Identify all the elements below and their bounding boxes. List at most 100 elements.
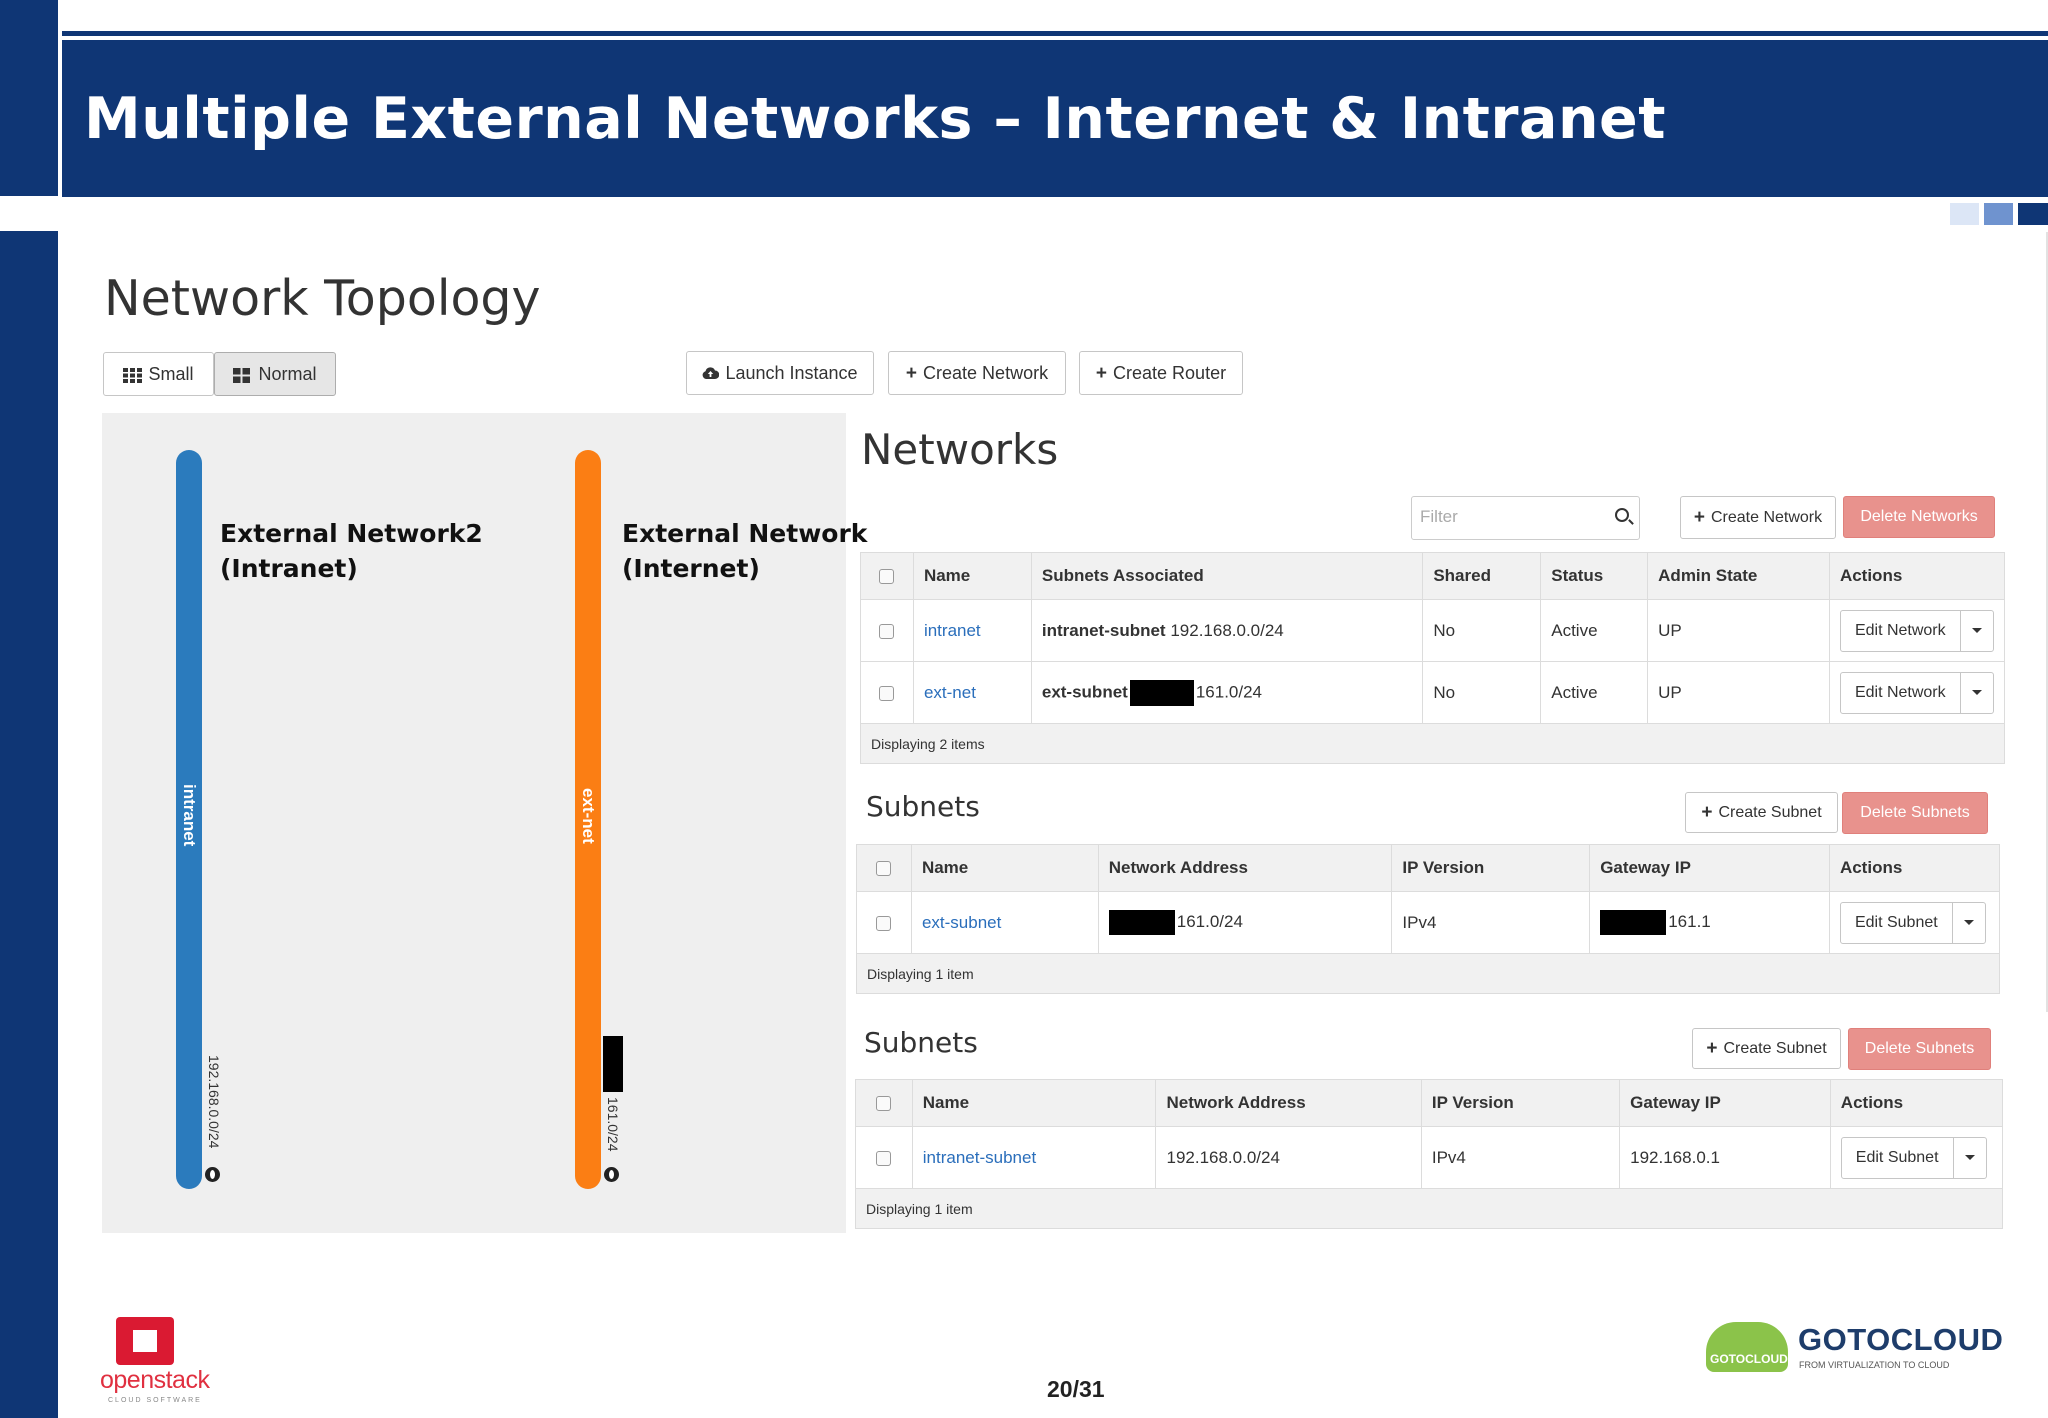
plus-icon: + [905,362,918,384]
view-small-button[interactable]: Small [103,352,214,396]
column-header[interactable]: Admin State [1647,552,1830,600]
shared-cell: No [1422,599,1542,662]
subnets-heading: Subnets [866,790,980,823]
redaction-block [1108,910,1175,935]
create-subnet-button[interactable]: + Create Subnet [1692,1028,1841,1069]
create-subnet-label: Create Subnet [1723,1039,1827,1057]
column-header[interactable]: Gateway IP [1589,844,1830,892]
edit-network-split-button: Edit Network [1839,671,1994,714]
chevron-down-icon[interactable] [1954,1138,1986,1178]
topology-heading: Network Topology [104,270,541,327]
network-name-link[interactable]: ext-net [924,683,976,702]
column-header[interactable]: Status [1540,552,1649,600]
network-cidr-label: 161.0/24 [605,1097,621,1152]
view-small-label: Small [148,363,194,384]
edit-subnet-split-button: Edit Subnet [1839,901,1986,944]
chevron-down-icon[interactable] [1961,673,1993,713]
grid-small-icon [123,367,143,383]
edit-subnet-button[interactable]: Edit Subnet [1841,902,1953,943]
deco-square-dark [2018,203,2048,225]
column-header: Actions [1829,1079,2004,1127]
slide-left-accent-bottom [0,231,58,1418]
edit-subnet-split-button: Edit Subnet [1840,1136,1987,1179]
gateway-ip-cell: 161.1 [1668,911,1711,931]
plus-icon: + [1095,362,1108,384]
row-checkbox[interactable] [879,685,895,701]
select-all-checkbox[interactable] [876,861,892,877]
globe-icon [604,1167,619,1182]
table-row: ext-subnet 161.0/24 IPv4 161.1 Edit Subn… [856,891,2001,954]
topology-create-network-label: Create Network [923,362,1049,383]
network-name-link[interactable]: intranet [924,621,981,640]
create-router-label: Create Router [1113,362,1227,383]
chevron-down-icon[interactable] [1961,611,1993,651]
create-router-button[interactable]: + Create Router [1079,351,1243,395]
subnets-heading: Subnets [864,1026,978,1059]
create-subnet-button[interactable]: + Create Subnet [1685,792,1838,833]
table-row: intranet intranet-subnet 192.168.0.0/24 … [860,599,2006,662]
delete-networks-button[interactable]: Delete Networks [1843,496,1995,538]
row-checkbox[interactable] [879,623,895,639]
view-normal-button[interactable]: Normal [214,352,336,396]
edit-subnet-button[interactable]: Edit Subnet [1842,1137,1954,1178]
gotocloud-tagline: FROM VIRTUALIZATION TO CLOUD [1799,1360,1950,1370]
header-rule [62,31,2048,36]
column-header[interactable]: Network Address [1155,1079,1422,1127]
column-header: Actions [1828,552,2006,600]
network-address-cell: 161.0/24 [1176,911,1243,931]
row-checkbox[interactable] [876,915,892,931]
column-header[interactable]: Shared [1422,552,1542,600]
subnet-name: intranet-subnet [1041,620,1166,640]
ip-version-cell: IPv4 [1391,891,1591,954]
page-number: 20/31 [1047,1376,1105,1402]
status-cell: Active [1540,661,1649,724]
redaction-block [1600,910,1667,935]
column-header[interactable]: Network Address [1097,844,1393,892]
select-all-checkbox[interactable] [879,569,895,585]
slide-title: Multiple External Networks – Internet & … [84,86,1666,152]
shared-cell: No [1422,661,1542,724]
row-checkbox[interactable] [876,1150,892,1166]
networks-table: Name Subnets Associated Shared Status Ad… [860,552,2006,764]
network-cidr-label: 192.168.0.0/24 [206,1055,222,1149]
admin-state-cell: UP [1647,661,1830,724]
delete-subnets-button[interactable]: Delete Subnets [1848,1028,1991,1070]
delete-subnets-button[interactable]: Delete Subnets [1842,792,1988,834]
table-row: intranet-subnet 192.168.0.0/24 IPv4 192.… [855,1126,2004,1189]
create-network-button[interactable]: + Create Network [1680,496,1836,539]
network-address-cell: 192.168.0.0/24 [1155,1126,1422,1189]
column-header[interactable]: Name [912,552,1032,600]
table-header-row: Name Subnets Associated Shared Status Ad… [860,552,2006,600]
subnet-cidr: 192.168.0.0/24 [1170,620,1284,640]
topology-create-network-button[interactable]: + Create Network [888,351,1066,395]
openstack-wordmark: openstack [100,1366,210,1394]
networks-heading: Networks [861,425,1059,474]
edit-network-button[interactable]: Edit Network [1841,610,1961,651]
subnet-name-link[interactable]: ext-subnet [922,913,1001,932]
chevron-down-icon[interactable] [1953,903,1985,943]
view-normal-label: Normal [258,363,317,384]
column-header[interactable]: Name [911,1079,1157,1127]
delete-subnets-label: Delete Subnets [1864,1040,1975,1057]
subnet-name-link[interactable]: intranet-subnet [923,1148,1036,1167]
redaction-block [1129,679,1194,706]
column-header[interactable]: Name [910,844,1099,892]
select-all-checkbox[interactable] [876,1096,892,1112]
filter-input[interactable] [1412,497,1592,537]
network-bar-label: ext-net [579,788,598,844]
redaction-block [603,1036,623,1092]
grid-large-icon [233,367,252,383]
search-icon[interactable] [1615,508,1629,522]
openstack-cube-icon [116,1317,174,1365]
launch-instance-button[interactable]: Launch Instance [686,351,874,395]
column-header[interactable]: Subnets Associated [1030,552,1424,600]
launch-instance-label: Launch Instance [725,362,858,383]
network-caption-ext-net: External Network (Internet) [622,516,867,586]
column-header[interactable]: IP Version [1391,844,1591,892]
column-header[interactable]: Gateway IP [1619,1079,1831,1127]
edit-network-button[interactable]: Edit Network [1841,672,1961,713]
table-footer: Displaying 1 item [856,953,2000,994]
networks-filter[interactable] [1411,496,1640,540]
create-subnet-label: Create Subnet [1718,803,1822,821]
column-header[interactable]: IP Version [1420,1079,1621,1127]
